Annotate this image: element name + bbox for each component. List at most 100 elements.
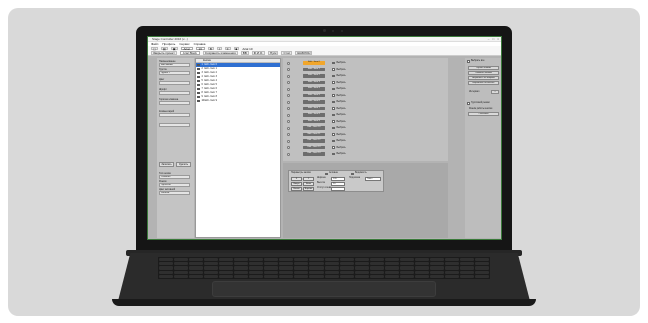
save-button[interactable]: Записать xyxy=(159,162,174,167)
stage-button[interactable]: Edit - Item 14 xyxy=(303,152,325,156)
name-field[interactable]: Имя кнопки xyxy=(159,63,190,67)
move-right-button[interactable]: Вправо xyxy=(303,187,314,191)
minimize-icon[interactable]: – xyxy=(488,37,490,41)
font-field[interactable] xyxy=(159,91,190,95)
width-input[interactable]: 120 xyxy=(331,177,345,181)
height-input[interactable]: 20 xyxy=(331,182,345,186)
group-mode-checkbox[interactable] xyxy=(467,102,470,105)
stage-button[interactable]: Edit - Item 2 xyxy=(303,74,325,78)
offset-left-input[interactable] xyxy=(331,187,345,191)
toolbar-font-name[interactable]: Arial Black xyxy=(179,51,200,55)
color-field[interactable] xyxy=(159,81,190,85)
visibility-checkbox[interactable] xyxy=(351,172,354,175)
select-all-checkbox[interactable] xyxy=(467,60,470,63)
stage-button[interactable]: Edit - Item 1 xyxy=(303,67,325,72)
row-radio[interactable] xyxy=(287,74,290,78)
maximize-icon[interactable]: □ xyxy=(492,37,494,41)
toolbar-template[interactable]: ШАБЛОН xyxy=(295,51,313,55)
row-checkbox[interactable] xyxy=(332,120,335,123)
row-checkbox[interactable] xyxy=(332,133,335,136)
touchpad[interactable] xyxy=(212,281,436,297)
row-radio[interactable] xyxy=(287,139,290,143)
font-size-select[interactable]: 10 xyxy=(195,46,205,51)
row-checkbox[interactable] xyxy=(332,61,335,65)
mode-select[interactable]: Пуск/стоп xyxy=(159,183,190,187)
move-down-button[interactable]: Вниз xyxy=(303,182,314,186)
toolbar-start[interactable]: Пуск xyxy=(268,51,279,55)
close-icon[interactable]: × xyxy=(497,37,499,41)
show-buttons-button[interactable]: Показать кнопки xyxy=(468,71,499,75)
row-radio[interactable] xyxy=(287,146,290,149)
row-radio[interactable] xyxy=(287,100,290,104)
comment-field[interactable] xyxy=(159,113,190,117)
toolbar-bb[interactable]: ВВ xyxy=(240,51,249,55)
list-item-checkbox[interactable] xyxy=(197,83,200,87)
list-item[interactable]: 10 Edit - Item 9 xyxy=(196,99,280,103)
stage-button[interactable]: Edit - Item 3 xyxy=(303,80,325,85)
stage-button[interactable]: Edit - Item 5 xyxy=(303,93,325,98)
toolbar-fio[interactable]: Ф.И.О. xyxy=(251,51,266,55)
list-item-checkbox[interactable] xyxy=(197,71,200,75)
row-radio[interactable] xyxy=(287,120,290,123)
row-checkbox[interactable] xyxy=(332,87,335,91)
row-radio[interactable] xyxy=(287,87,290,91)
row-checkbox[interactable] xyxy=(332,100,335,104)
stage-button[interactable]: Edit - Item 6 xyxy=(303,100,325,104)
row-checkbox[interactable] xyxy=(332,152,335,156)
row-radio[interactable] xyxy=(287,61,290,65)
list-item-checkbox[interactable] xyxy=(197,75,200,79)
bold-icon[interactable]: B xyxy=(207,46,214,51)
row-checkbox[interactable] xyxy=(332,74,335,78)
group-field[interactable]: Группа 1 xyxy=(159,71,190,75)
row-checkbox[interactable] xyxy=(332,113,335,117)
font-select[interactable]: Arial xyxy=(180,46,193,51)
align-icon[interactable]: ≡ xyxy=(224,46,231,51)
row-radio[interactable] xyxy=(287,152,290,156)
toolbar-save-changes[interactable]: Сохранить изменения xyxy=(202,51,238,55)
row-checkbox[interactable] xyxy=(332,139,335,143)
row-radio[interactable] xyxy=(287,133,290,136)
row-radio[interactable] xyxy=(287,68,290,71)
row-radio[interactable] xyxy=(287,81,290,84)
list-item-checkbox[interactable] xyxy=(197,91,200,95)
row-radio[interactable] xyxy=(287,126,290,130)
row-checkbox[interactable] xyxy=(332,126,335,130)
comment-field-2[interactable] xyxy=(159,123,190,127)
move-up-button[interactable]: Вверх xyxy=(291,182,302,186)
list-item-checkbox[interactable] xyxy=(197,79,200,83)
row-radio[interactable] xyxy=(287,107,290,110)
row-radio[interactable] xyxy=(287,113,290,117)
toolbar-stop[interactable]: Стоп xyxy=(281,51,293,55)
stage-button[interactable]: Edit - Item 4 xyxy=(303,87,325,91)
stage-button[interactable]: Edit - Item 10 xyxy=(303,126,325,130)
stage-button[interactable]: Edit - Item 11 xyxy=(303,132,325,137)
active-checkbox[interactable] xyxy=(325,172,328,175)
hide-buttons-button[interactable]: Скрыть кнопки xyxy=(468,66,499,70)
row-checkbox[interactable] xyxy=(332,81,335,84)
row-checkbox[interactable] xyxy=(332,146,335,149)
list-item-checkbox[interactable] xyxy=(197,87,200,91)
color-icon[interactable]: ■ xyxy=(233,46,240,51)
align-width-button[interactable]: Выровнять по ширине xyxy=(468,76,499,80)
stage-button[interactable]: Edit - Item 13 xyxy=(303,145,325,150)
save-icon[interactable]: ▣ xyxy=(170,46,178,51)
interval-input[interactable]: 1 xyxy=(491,90,499,94)
italic-icon[interactable]: I xyxy=(216,46,222,51)
stage-button[interactable]: Edit - Item 9 xyxy=(303,119,325,124)
row-checkbox[interactable] xyxy=(332,94,335,97)
stage-button[interactable]: Edit - Item 12 xyxy=(303,139,325,143)
new-icon[interactable]: ▢ xyxy=(151,46,158,51)
align-height-button[interactable]: Выровнять по высоте xyxy=(468,81,499,85)
delete-button[interactable]: Удалить xyxy=(176,162,191,167)
work-mode-select[interactable]: Обычный xyxy=(468,112,499,116)
toolbar-close-project[interactable]: Закрыть проект xyxy=(151,51,177,55)
stage-button[interactable]: Edit - Item 0 xyxy=(303,61,325,65)
list-item-checkbox[interactable] xyxy=(197,67,200,71)
button-type-select[interactable]: Обычная xyxy=(159,175,190,179)
list-item-checkbox[interactable] xyxy=(197,99,200,103)
stage-button[interactable]: Edit - Item 7 xyxy=(303,106,325,111)
row-radio[interactable] xyxy=(287,94,290,97)
list-item-checkbox[interactable] xyxy=(197,95,200,99)
open-icon[interactable]: ▤ xyxy=(160,46,168,51)
list-item-checkbox[interactable] xyxy=(197,63,200,67)
